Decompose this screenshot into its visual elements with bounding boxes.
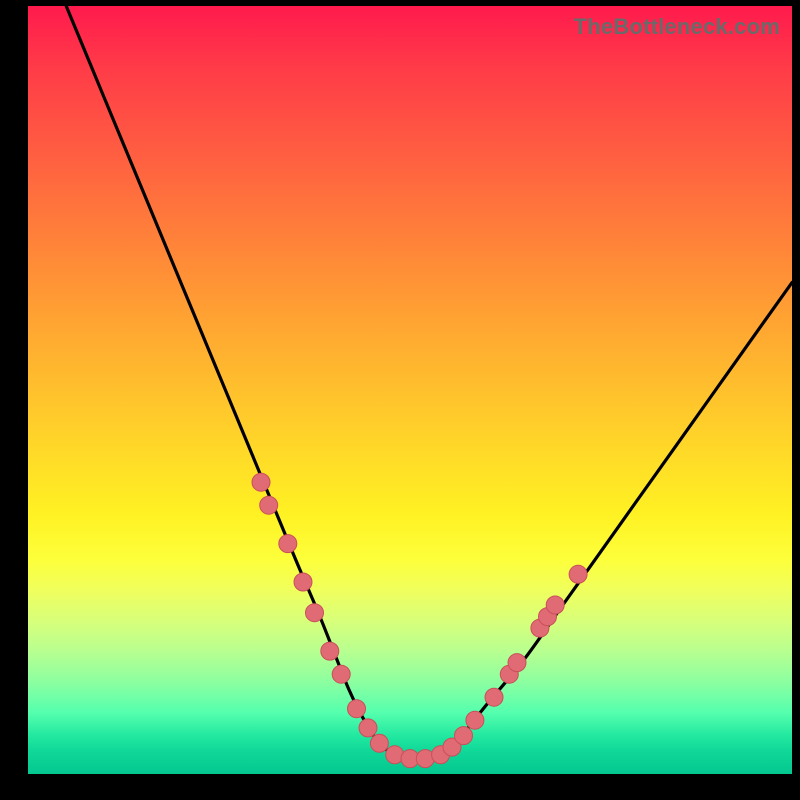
plot-area: TheBottleneck.com (28, 6, 792, 774)
data-point (348, 700, 366, 718)
chart-frame: TheBottleneck.com (0, 0, 800, 800)
bottleneck-curve (66, 6, 792, 759)
data-point (508, 654, 526, 672)
data-point (370, 734, 388, 752)
data-point (546, 596, 564, 614)
data-point (332, 665, 350, 683)
data-point (466, 711, 484, 729)
data-point (252, 473, 270, 491)
data-point (306, 604, 324, 622)
data-point (321, 642, 339, 660)
chart-svg (28, 6, 792, 774)
data-markers (252, 473, 587, 767)
data-point (455, 727, 473, 745)
data-point (294, 573, 312, 591)
data-point (485, 688, 503, 706)
data-point (279, 535, 297, 553)
data-point (260, 496, 278, 514)
data-point (359, 719, 377, 737)
data-point (569, 565, 587, 583)
